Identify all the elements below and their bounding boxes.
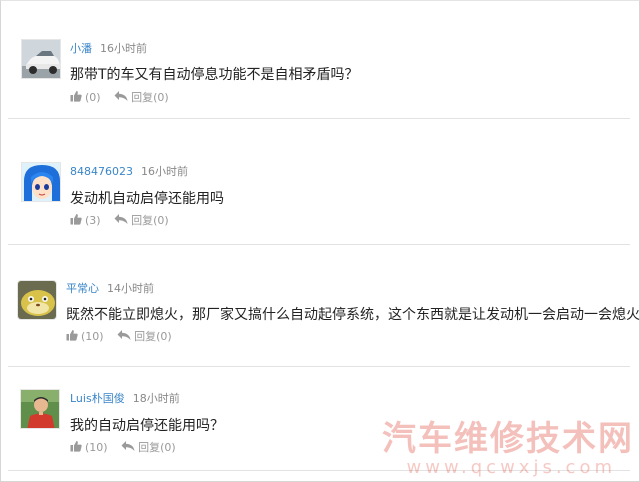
like-count: (10): [85, 440, 108, 454]
avatar[interactable]: [20, 389, 60, 429]
comment-time: 14小时前: [107, 282, 154, 295]
reply-arrow-icon: [117, 329, 134, 344]
comment-time: 16小时前: [100, 42, 147, 55]
avatar[interactable]: [21, 162, 61, 202]
reply-label: 回复: [131, 91, 154, 104]
comment-divider: [8, 118, 630, 119]
comment-meta: Luis朴国俊 18小时前: [70, 390, 180, 406]
comment-meta: 848476023 16小时前: [70, 163, 188, 179]
reply-arrow-icon: [121, 440, 138, 455]
reply-count: (0): [153, 213, 169, 227]
reply-label: 回复: [134, 330, 157, 343]
reply-button[interactable]: 回复 (0): [114, 212, 169, 228]
like-count: (3): [85, 213, 101, 227]
username-link[interactable]: 小潘: [70, 42, 92, 55]
comment-actions: (3) 回复 (0): [70, 212, 169, 228]
comment-time: 16小时前: [141, 165, 188, 178]
comment-divider: [8, 366, 630, 367]
avatar[interactable]: [21, 39, 61, 79]
comment-meta: 小潘 16小时前: [70, 40, 147, 56]
reply-label: 回复: [131, 214, 154, 227]
comment-divider: [8, 470, 630, 471]
username-link[interactable]: 848476023: [70, 165, 133, 178]
like-button[interactable]: (10): [70, 440, 108, 455]
comment-time: 18小时前: [132, 392, 180, 405]
comment-text: 我的自动启停还能用吗？: [70, 418, 224, 434]
like-button[interactable]: (0): [70, 90, 101, 105]
reply-arrow-icon: [114, 90, 131, 105]
like-count: (10): [81, 329, 104, 343]
reply-button[interactable]: 回复 (0): [121, 439, 176, 455]
reply-button[interactable]: 回复 (0): [114, 89, 169, 105]
thumbs-up-icon: [70, 90, 85, 105]
comment-text: 那带T的车又有自动停息功能不是自相矛盾吗？: [70, 67, 359, 83]
like-button[interactable]: (3): [70, 213, 101, 228]
comment-divider: [8, 244, 630, 245]
reply-count: (0): [160, 440, 176, 454]
comment-text: 发动机自动启停还能用吗: [70, 191, 224, 207]
comment-meta: 平常心 14小时前: [66, 280, 154, 296]
reply-label: 回复: [138, 441, 161, 454]
like-count: (0): [85, 90, 101, 104]
comment-actions: (0) 回复 (0): [70, 89, 169, 105]
reply-count: (0): [153, 90, 169, 104]
comment-actions: (10) 回复 (0): [66, 328, 172, 344]
reply-count: (0): [156, 329, 172, 343]
avatar[interactable]: [17, 280, 57, 320]
thumbs-up-icon: [70, 213, 85, 228]
reply-arrow-icon: [114, 213, 131, 228]
thumbs-up-icon: [66, 329, 81, 344]
username-link[interactable]: 平常心: [66, 282, 99, 295]
like-button[interactable]: (10): [66, 329, 104, 344]
reply-button[interactable]: 回复 (0): [117, 328, 172, 344]
comment-actions: (10) 回复 (0): [70, 439, 176, 455]
comment-text: 既然不能立即熄火，那厂家又搞什么自动起停系统，这个东西就是让发动机一会启动一会熄…: [66, 307, 640, 323]
username-link[interactable]: Luis朴国俊: [70, 392, 125, 405]
thumbs-up-icon: [70, 440, 85, 455]
